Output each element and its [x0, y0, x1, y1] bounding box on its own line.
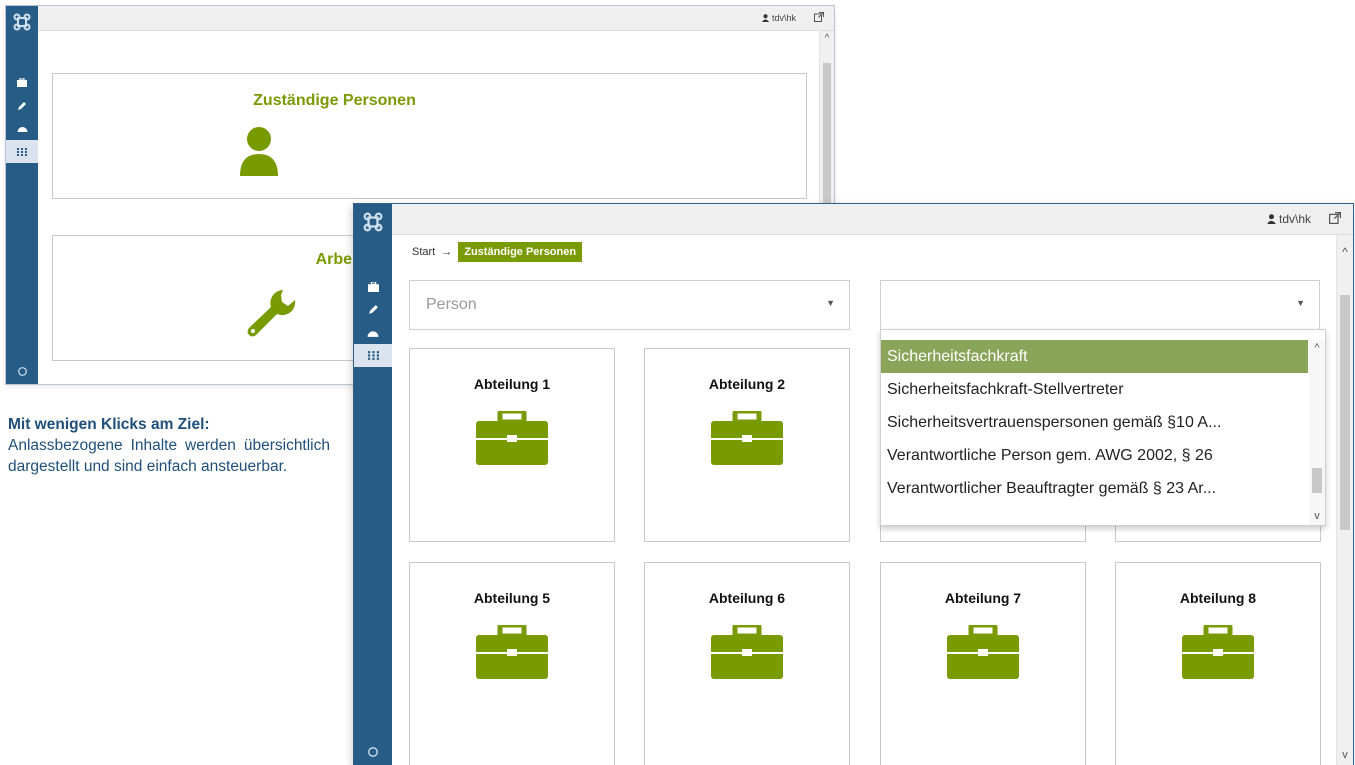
person-select-value: Person: [426, 296, 477, 313]
caption-body: Anlassbezogene Inhalte werden übersichtl…: [8, 437, 330, 475]
department-card[interactable]: Abteilung 2: [644, 348, 850, 542]
dropdown-option[interactable]: Verantwortlicher Beauftragter gemäß § 23…: [881, 472, 1308, 505]
dashboard-nav-icon[interactable]: [6, 117, 38, 140]
department-title: Abteilung 7: [944, 590, 1022, 606]
breadcrumb-arrow-icon: →: [441, 246, 453, 258]
department-card[interactable]: Abteilung 5: [409, 562, 615, 765]
person-select[interactable]: Person ▼: [409, 280, 850, 330]
function-select[interactable]: ▼: [880, 280, 1320, 330]
caption: Mit wenigen Klicks am Ziel: Anlassbezoge…: [8, 414, 330, 477]
briefcase-icon: [476, 622, 548, 684]
briefcase-nav-icon[interactable]: [6, 71, 38, 94]
department-card[interactable]: Abteilung 7: [880, 562, 1086, 765]
caption-heading: Mit wenigen Klicks am Ziel:: [8, 416, 210, 433]
user-icon: [1267, 214, 1276, 224]
dropdown-scrollbar[interactable]: ^ v: [1309, 340, 1325, 525]
external-link-icon[interactable]: [1329, 211, 1341, 227]
breadcrumb-start[interactable]: Start: [412, 246, 435, 258]
copyright-icon[interactable]: [6, 367, 38, 376]
department-card[interactable]: Abteilung 1: [409, 348, 615, 542]
briefcase-icon: [947, 622, 1019, 684]
top-bar: tdv\hk: [38, 6, 834, 31]
pencil-nav-icon[interactable]: [6, 94, 38, 117]
breadcrumb: Start → Zuständige Personen: [412, 242, 583, 262]
department-title: Abteilung 2: [708, 376, 786, 392]
scroll-down-icon[interactable]: v: [1337, 749, 1353, 761]
dropdown-option[interactable]: Sicherheitsfachkraft-Stellvertreter: [881, 373, 1308, 406]
dropdown-option[interactable]: Verantwortliche Person gem. AWG 2002, § …: [881, 439, 1308, 472]
briefcase-icon: [476, 408, 548, 470]
briefcase-icon: [1182, 622, 1254, 684]
department-card[interactable]: Abteilung 6: [644, 562, 850, 765]
user-icon: [761, 14, 769, 22]
external-link-icon[interactable]: [814, 12, 824, 24]
pencil-nav-icon[interactable]: [354, 298, 392, 321]
chevron-down-icon: ▼: [826, 298, 835, 308]
department-title: Abteilung 1: [473, 376, 551, 392]
card-title: Zuständige Personen: [253, 92, 416, 109]
dashboard-nav-icon[interactable]: [354, 321, 392, 344]
dropdown-scroll-up-icon[interactable]: ^: [1309, 342, 1325, 354]
briefcase-icon: [711, 622, 783, 684]
user-name: tdv\hk: [771, 13, 796, 23]
dropdown-list: Sicherheitsfachkraft Sicherheitsfachkraf…: [881, 340, 1308, 505]
chevron-down-icon: ▼: [1296, 298, 1305, 308]
department-title: Abteilung 6: [708, 590, 786, 606]
breadcrumb-current: Zuständige Personen: [458, 242, 583, 262]
department-title: Abteilung 8: [1179, 590, 1257, 606]
briefcase-icon: [711, 408, 783, 470]
wrench-icon: [245, 288, 299, 343]
app-logo-icon[interactable]: [6, 13, 38, 31]
user-name: tdv\hk: [1278, 212, 1311, 226]
copyright-icon[interactable]: [354, 747, 392, 757]
function-dropdown[interactable]: Sicherheitsfachkraft Sicherheitsfachkraf…: [880, 329, 1326, 526]
user-menu[interactable]: tdv\hk: [1267, 212, 1311, 226]
department-title: Abteilung 5: [473, 590, 551, 606]
grid-nav-icon[interactable]: [354, 344, 392, 367]
dropdown-option[interactable]: Sicherheitsfachkraft: [881, 340, 1308, 373]
user-menu[interactable]: tdv\hk: [761, 13, 796, 23]
person-icon: [240, 126, 278, 181]
briefcase-nav-icon[interactable]: [354, 275, 392, 298]
front-window: tdv\hk ^ v Start → Zuständige Personen P…: [354, 204, 1353, 765]
department-card[interactable]: Abteilung 8: [1115, 562, 1321, 765]
dropdown-option[interactable]: Sicherheitsvertrauenspersonen gemäß §10 …: [881, 406, 1308, 439]
sidebar: [354, 204, 392, 765]
scroll-up-icon[interactable]: ^: [1337, 245, 1353, 259]
scroll-thumb[interactable]: [1340, 295, 1350, 530]
grid-nav-icon[interactable]: [6, 140, 38, 163]
scroll-up-icon[interactable]: ^: [820, 33, 834, 44]
dropdown-scroll-thumb[interactable]: [1312, 468, 1322, 493]
sidebar: [6, 6, 38, 384]
card-zustaendige-personen[interactable]: Zuständige Personen: [52, 73, 807, 199]
main-scrollbar[interactable]: ^ v: [1336, 235, 1353, 765]
top-bar: tdv\hk: [392, 204, 1353, 235]
app-logo-icon[interactable]: [354, 212, 392, 232]
dropdown-scroll-down-icon[interactable]: v: [1309, 510, 1325, 522]
